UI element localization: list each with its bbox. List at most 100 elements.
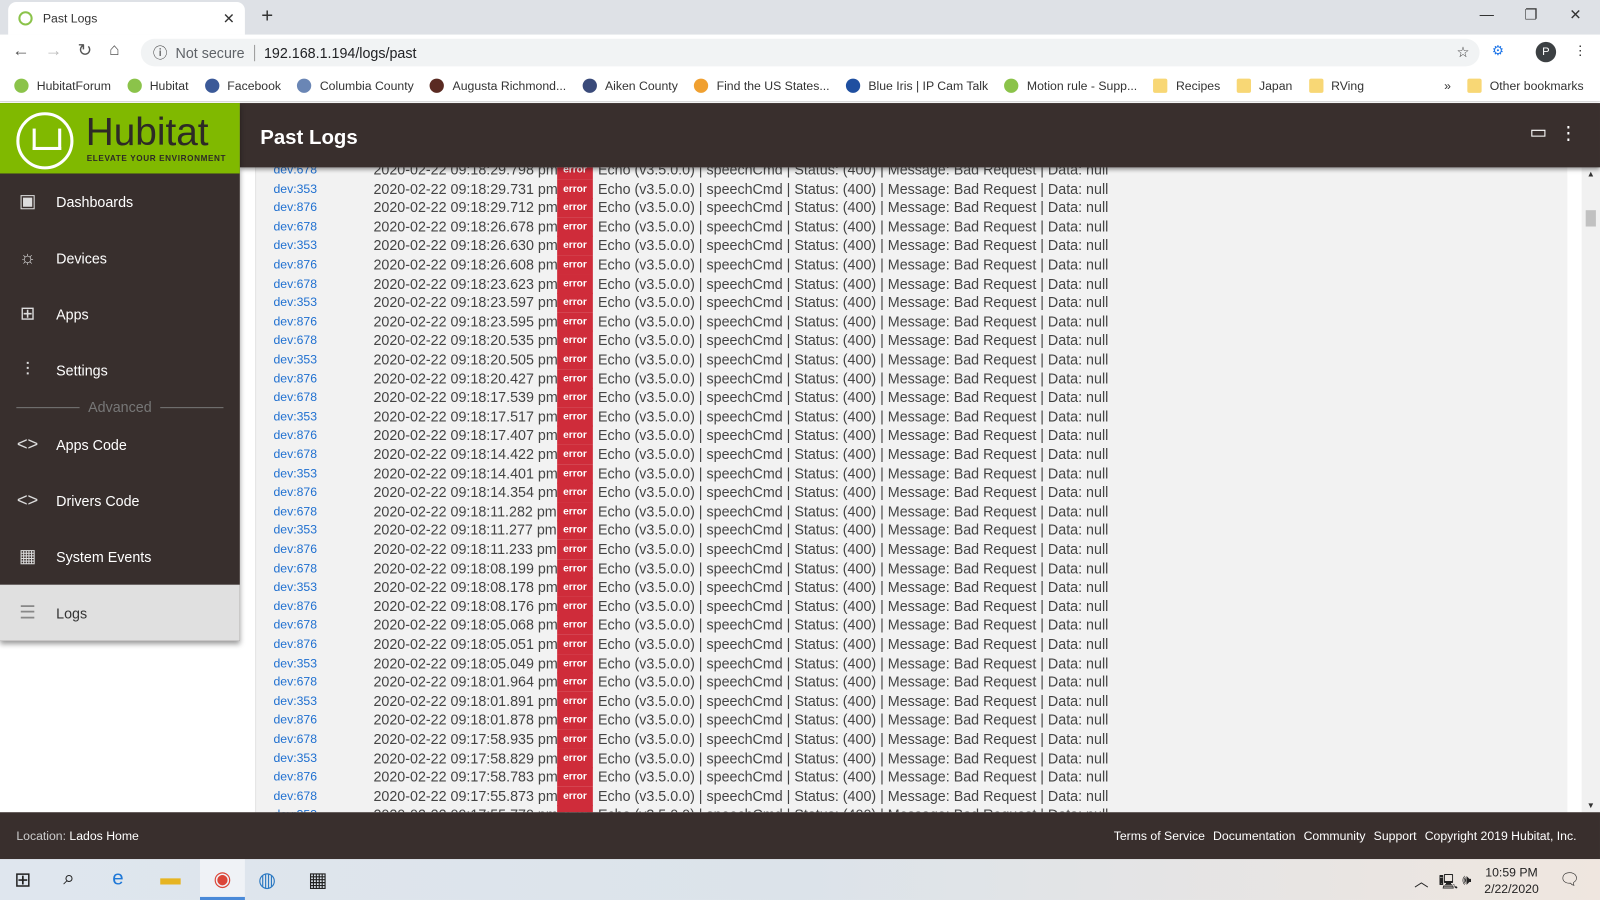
home-icon[interactable]: ⌂ <box>109 40 119 60</box>
device-link[interactable]: dev:353 <box>273 656 317 670</box>
tray-chevron-icon[interactable]: ︿ <box>1414 871 1428 891</box>
sidebar-item-apps[interactable]: ⊞Apps <box>0 286 240 342</box>
calculator-icon[interactable]: ▦ <box>308 867 327 893</box>
device-link[interactable]: dev:678 <box>273 447 317 461</box>
close-tab-icon[interactable]: ✕ <box>223 10 235 27</box>
address-bar[interactable]: ⓘNot secure192.168.1.194/logs/past☆ <box>141 39 1480 67</box>
url-text[interactable]: 192.168.1.194/logs/past <box>264 44 417 60</box>
new-tab-button[interactable]: + <box>261 5 273 28</box>
device-link[interactable]: dev:876 <box>273 428 317 442</box>
device-link[interactable]: dev:876 <box>273 200 317 214</box>
bookmark-10[interactable]: Japan <box>1237 78 1293 92</box>
bookmark-0[interactable]: HubitatForum <box>14 78 111 92</box>
sidebar-item-devices[interactable]: ☼Devices <box>0 230 240 286</box>
device-link[interactable]: dev:353 <box>273 352 317 366</box>
log-row: dev:8762020-02-22 09:18:14.354 pmerrorEc… <box>256 483 1567 502</box>
sidebar-item-apps-code[interactable]: <>Apps Code <box>0 416 240 472</box>
device-link[interactable]: dev:678 <box>273 167 317 176</box>
bookmarks-overflow-button[interactable]: » <box>1444 78 1451 92</box>
notifications-icon[interactable]: 🗨 <box>1559 869 1580 889</box>
chrome-icon[interactable]: ◉ <box>200 859 245 900</box>
log-level-badge: error <box>557 521 593 540</box>
device-link[interactable]: dev:876 <box>273 485 317 499</box>
device-link[interactable]: dev:678 <box>273 732 317 746</box>
log-level-badge: error <box>557 407 593 426</box>
footer-link-0[interactable]: Terms of Service <box>1114 829 1205 843</box>
device-link[interactable]: dev:678 <box>273 390 317 404</box>
close-window-button[interactable]: ✕ <box>1569 6 1581 23</box>
device-link[interactable]: dev:678 <box>273 333 317 347</box>
search-icon[interactable]: ⌕ <box>63 867 74 890</box>
log-message: Echo (v3.5.0.0) | speechCmd | Status: (4… <box>598 693 1108 709</box>
device-link[interactable]: dev:353 <box>273 523 317 537</box>
forward-icon[interactable]: → <box>45 41 62 61</box>
sidebar-item-settings[interactable]: ⫶Settings <box>0 342 240 398</box>
sidebar-item-drivers-code[interactable]: <>Drivers Code <box>0 472 240 528</box>
bookmark-3[interactable]: Columbia County <box>297 78 413 92</box>
device-link[interactable]: dev:353 <box>273 694 317 708</box>
device-link[interactable]: dev:353 <box>273 238 317 252</box>
extension-icon[interactable]: ⚙ <box>1492 43 1504 59</box>
chat-icon[interactable]: ▭ <box>1530 121 1547 142</box>
bookmark-7[interactable]: Blue Iris | IP Cam Talk <box>846 78 988 92</box>
device-link[interactable]: dev:876 <box>273 637 317 651</box>
bookmark-6[interactable]: Find the US States... <box>694 78 829 92</box>
windows-start-icon[interactable]: ⊞ <box>14 867 31 893</box>
bookmark-11[interactable]: RVing <box>1309 78 1364 92</box>
edge-icon[interactable]: e <box>112 867 123 890</box>
device-link[interactable]: dev:876 <box>273 371 317 385</box>
network-icon[interactable]: 🖳 <box>1439 871 1458 895</box>
device-link[interactable]: dev:876 <box>273 314 317 328</box>
volume-icon[interactable]: 🕪 <box>1462 871 1471 888</box>
device-link[interactable]: dev:353 <box>273 466 317 480</box>
device-link[interactable]: dev:678 <box>273 504 317 518</box>
device-link[interactable]: dev:353 <box>273 751 317 765</box>
thunderbird-icon[interactable]: ◍ <box>258 867 276 893</box>
scrollbar[interactable]: ▲▼ <box>1582 167 1600 812</box>
footer-link-2[interactable]: Community <box>1304 829 1366 843</box>
device-link[interactable]: dev:876 <box>273 770 317 784</box>
other-bookmarks[interactable]: Other bookmarks <box>1467 78 1583 92</box>
restore-button[interactable]: ❐ <box>1524 6 1537 23</box>
more-menu-icon[interactable]: ⋮ <box>1559 122 1577 143</box>
sidebar-item-system-events[interactable]: ▦System Events <box>0 529 240 585</box>
log-timestamp: 2020-02-22 09:18:29.798 pm <box>373 167 557 177</box>
sidebar-item-dashboards[interactable]: ▣Dashboards <box>0 173 240 229</box>
device-link[interactable]: dev:678 <box>273 219 317 233</box>
bookmark-5[interactable]: Aiken County <box>583 78 678 92</box>
bookmark-2[interactable]: Facebook <box>205 78 281 92</box>
device-link[interactable]: dev:353 <box>273 580 317 594</box>
device-link[interactable]: dev:876 <box>273 542 317 556</box>
device-link[interactable]: dev:353 <box>273 181 317 195</box>
hubitat-logo[interactable]: HubitatELEVATE YOUR ENVIRONMENT <box>0 103 240 173</box>
bookmark-4[interactable]: Augusta Richmond... <box>430 78 566 92</box>
clock[interactable]: 10:59 PM2/22/2020 <box>1484 864 1538 897</box>
log-timestamp: 2020-02-22 09:18:26.678 pm <box>373 218 557 234</box>
star-icon[interactable]: ☆ <box>1457 44 1470 61</box>
file-explorer-icon[interactable]: ▬ <box>160 867 180 890</box>
device-link[interactable]: dev:876 <box>273 257 317 271</box>
back-icon[interactable]: ← <box>12 41 29 61</box>
device-link[interactable]: dev:678 <box>273 276 317 290</box>
device-link[interactable]: dev:353 <box>273 295 317 309</box>
device-link[interactable]: dev:678 <box>273 789 317 803</box>
device-link[interactable]: dev:678 <box>273 675 317 689</box>
menu-icon[interactable]: ⋮ <box>1573 43 1586 59</box>
device-link[interactable]: dev:678 <box>273 561 317 575</box>
sidebar-item-logs[interactable]: ☰Logs <box>0 585 240 641</box>
reload-icon[interactable]: ↻ <box>78 41 93 61</box>
footer-link-1[interactable]: Documentation <box>1213 829 1295 843</box>
device-link[interactable]: dev:353 <box>273 409 317 423</box>
device-link[interactable]: dev:876 <box>273 713 317 727</box>
footer-link-3[interactable]: Support <box>1374 829 1417 843</box>
profile-avatar[interactable]: P <box>1536 42 1556 62</box>
bookmark-9[interactable]: Recipes <box>1153 78 1220 92</box>
bookmark-8[interactable]: Motion rule - Supp... <box>1004 78 1137 92</box>
bookmarks-bar: HubitatForum Hubitat Facebook Columbia Coun… <box>0 69 1600 102</box>
browser-tab[interactable]: Past Logs✕ <box>8 2 245 35</box>
minimize-button[interactable]: — <box>1480 6 1494 22</box>
device-link[interactable]: dev:876 <box>273 599 317 613</box>
device-link[interactable]: dev:678 <box>273 618 317 632</box>
bookmark-1[interactable]: Hubitat <box>127 78 188 92</box>
log-timestamp: 2020-02-22 09:17:58.935 pm <box>373 731 557 747</box>
